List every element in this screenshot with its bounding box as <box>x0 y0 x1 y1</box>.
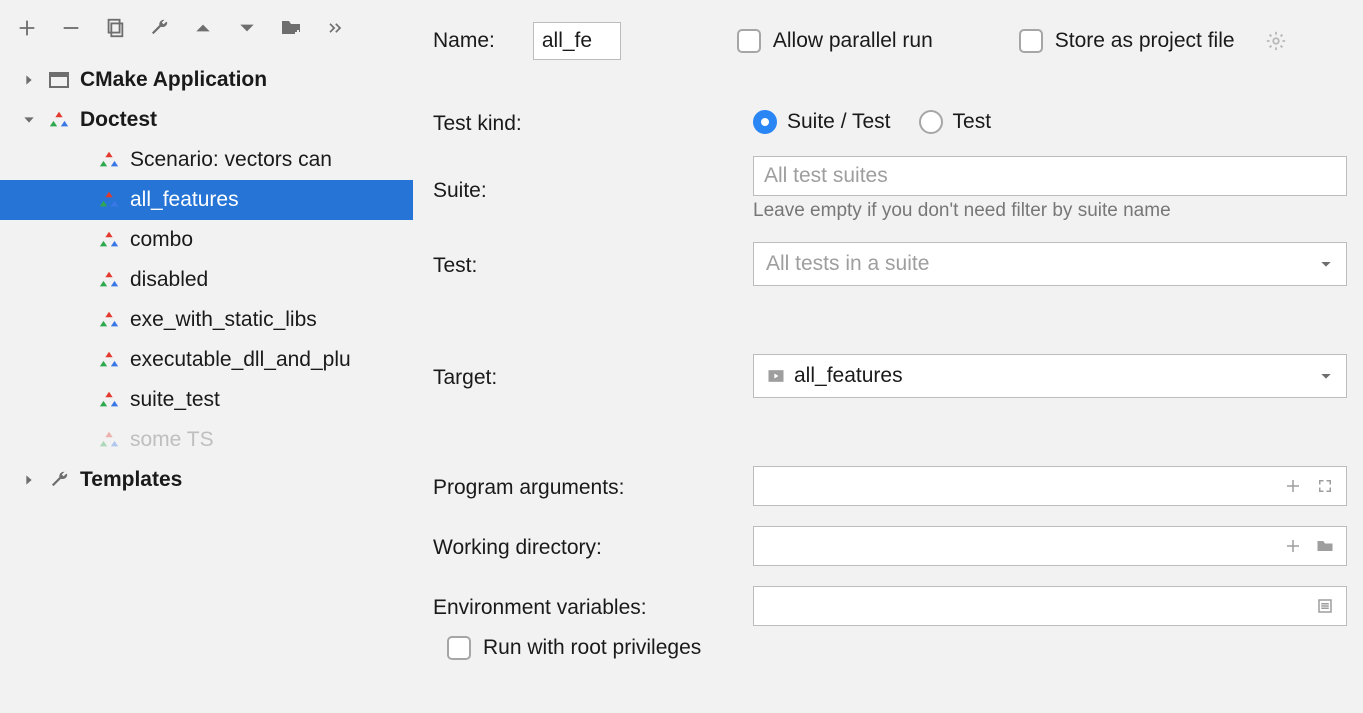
sidebar: CMake Application Doctest Scenario: vect… <box>0 0 413 713</box>
checkbox-label: Allow parallel run <box>773 29 933 53</box>
doctest-icon <box>96 307 122 333</box>
caret-down-icon <box>1318 256 1334 272</box>
target-icon <box>766 366 786 386</box>
suite-input[interactable]: All test suites <box>753 156 1347 196</box>
env-vars-label: Environment variables: <box>433 592 753 620</box>
placeholder-text: All test suites <box>764 164 888 188</box>
form: Test kind: Suite / Test Test Suite: All … <box>433 108 1347 626</box>
suite-field-wrap: All test suites Leave empty if you don't… <box>753 156 1347 222</box>
tree-label: some TS <box>130 428 214 452</box>
tree-label: CMake Application <box>80 68 267 92</box>
tree-label: executable_dll_and_plu <box>130 348 351 372</box>
remove-icon[interactable] <box>58 15 84 41</box>
radio-icon <box>753 110 777 134</box>
checkbox-icon <box>447 636 471 660</box>
add-icon[interactable] <box>14 15 40 41</box>
target-dropdown[interactable]: all_features <box>753 354 1347 398</box>
app-icon <box>46 67 72 93</box>
chevron-down-icon <box>18 109 40 131</box>
overflow-icon[interactable] <box>322 15 348 41</box>
suite-hint: Leave empty if you don't need filter by … <box>753 200 1347 222</box>
doctest-icon <box>96 227 122 253</box>
working-dir-label: Working directory: <box>433 532 753 560</box>
list-icon[interactable] <box>1312 593 1338 619</box>
tree-node-doctest[interactable]: Doctest <box>0 100 413 140</box>
doctest-icon <box>96 147 122 173</box>
checkbox-label: Store as project file <box>1055 29 1235 53</box>
add-macro-icon[interactable] <box>1280 473 1306 499</box>
checkbox-label: Run with root privileges <box>483 636 701 660</box>
radio-test[interactable]: Test <box>919 110 992 134</box>
sidebar-toolbar <box>0 0 413 54</box>
allow-parallel-checkbox[interactable]: Allow parallel run <box>737 29 933 53</box>
wrench-icon <box>46 467 72 493</box>
tree-item-exe-static[interactable]: exe_with_static_libs <box>0 300 413 340</box>
tree-label: all_features <box>130 188 239 212</box>
test-kind-label: Test kind: <box>433 108 753 136</box>
program-args-input[interactable] <box>753 466 1347 506</box>
radio-label: Test <box>953 110 992 134</box>
checkbox-icon <box>1019 29 1043 53</box>
target-label: Target: <box>433 362 753 390</box>
tree-item-scenario[interactable]: Scenario: vectors can <box>0 140 413 180</box>
folder-add-icon[interactable] <box>278 15 304 41</box>
configurations-tree: CMake Application Doctest Scenario: vect… <box>0 54 413 713</box>
store-project-file-checkbox[interactable]: Store as project file <box>1019 29 1235 53</box>
root-privileges-checkbox[interactable]: Run with root privileges <box>433 636 1347 660</box>
dropdown-value: All tests in a suite <box>766 252 929 276</box>
test-dropdown[interactable]: All tests in a suite <box>753 242 1347 286</box>
tree-label: suite_test <box>130 388 220 412</box>
tree-label: disabled <box>130 268 208 292</box>
main-panel: Name: Allow parallel run Store as projec… <box>413 0 1363 713</box>
tree-item-disabled[interactable]: disabled <box>0 260 413 300</box>
name-input[interactable] <box>533 22 621 60</box>
doctest-icon <box>46 107 72 133</box>
tree-label: combo <box>130 228 193 252</box>
tree-node-cmake-application[interactable]: CMake Application <box>0 60 413 100</box>
radio-suite-test[interactable]: Suite / Test <box>753 110 891 134</box>
tree-node-templates[interactable]: Templates <box>0 460 413 500</box>
env-vars-input[interactable] <box>753 586 1347 626</box>
header-row: Name: Allow parallel run Store as projec… <box>433 22 1347 60</box>
suite-label: Suite: <box>433 175 753 203</box>
doctest-icon-faded <box>96 427 122 453</box>
copy-icon[interactable] <box>102 15 128 41</box>
wrench-icon[interactable] <box>146 15 172 41</box>
tree-label: Scenario: vectors can <box>130 148 332 172</box>
working-dir-input[interactable] <box>753 526 1347 566</box>
dropdown-value: all_features <box>766 364 903 388</box>
tree-label: Templates <box>80 468 182 492</box>
radio-label: Suite / Test <box>787 110 891 134</box>
doctest-icon <box>96 387 122 413</box>
test-kind-radios: Suite / Test Test <box>753 110 1347 134</box>
add-macro-icon[interactable] <box>1280 533 1306 559</box>
tree-item-exe-dll[interactable]: executable_dll_and_plu <box>0 340 413 380</box>
doctest-icon <box>96 347 122 373</box>
doctest-icon <box>96 187 122 213</box>
name-label: Name: <box>433 29 495 53</box>
expand-icon[interactable] <box>1312 473 1338 499</box>
move-down-icon[interactable] <box>234 15 260 41</box>
target-value: all_features <box>794 364 903 388</box>
browse-folder-icon[interactable] <box>1312 533 1338 559</box>
tree-label: Doctest <box>80 108 157 132</box>
tree-item-all-features[interactable]: all_features <box>0 180 413 220</box>
program-args-label: Program arguments: <box>433 472 753 500</box>
tree-label: exe_with_static_libs <box>130 308 317 332</box>
test-label: Test: <box>433 250 753 278</box>
tree-item-suite-test[interactable]: suite_test <box>0 380 413 420</box>
checkbox-icon <box>737 29 761 53</box>
tree-item-combo[interactable]: combo <box>0 220 413 260</box>
move-up-icon[interactable] <box>190 15 216 41</box>
chevron-right-icon <box>18 469 40 491</box>
tree-item-some-ts[interactable]: some TS <box>0 420 413 460</box>
doctest-icon <box>96 267 122 293</box>
gear-icon[interactable] <box>1263 28 1289 54</box>
radio-icon <box>919 110 943 134</box>
caret-down-icon <box>1318 368 1334 384</box>
chevron-right-icon <box>18 69 40 91</box>
